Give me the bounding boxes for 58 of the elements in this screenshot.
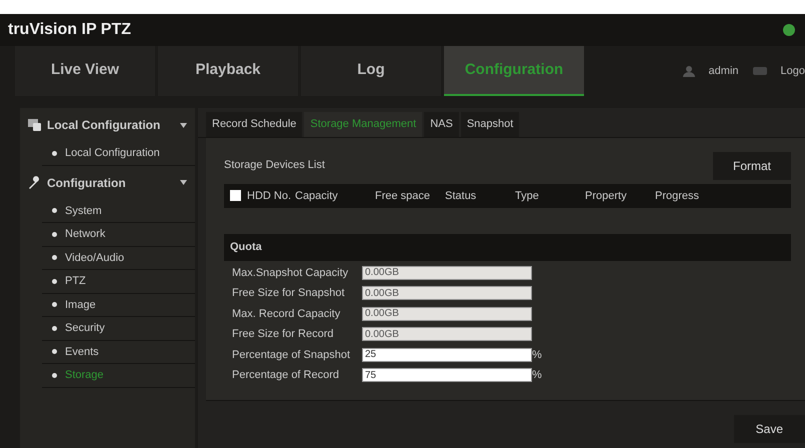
section-header: Quota [224,234,791,260]
bullet-icon [52,255,57,260]
logout-link[interactable]: Logo [780,62,805,80]
field-label: Free Size for Snapshot [232,286,346,301]
tab[interactable]: Storage Management [304,112,422,136]
unit-label: % [532,348,542,362]
wrench-icon [28,176,41,189]
sidebar-item[interactable]: Image [65,296,96,313]
sidebar-item[interactable]: System [65,202,102,219]
sidebar-group[interactable]: Configuration [47,174,174,192]
bullet-icon [52,150,57,156]
sidebar-item[interactable]: Network [65,226,106,242]
input-field[interactable]: 25 [362,348,532,362]
sidebar-item[interactable]: Video/Audio [65,250,124,266]
field-label: Max. Record Capacity [232,306,342,322]
column-header: HDD No. [247,188,292,204]
bullet-icon [52,302,57,308]
format-button[interactable]: Format [712,152,791,180]
user-icon [682,65,695,77]
column-header: Progress [655,188,700,204]
checkbox[interactable] [230,190,241,202]
nav-tab[interactable]: Log [301,46,441,96]
sidebar-item[interactable]: Security [65,320,105,336]
sidebar-item[interactable]: Storage [65,367,104,384]
save-button[interactable]: Save [734,414,805,442]
bullet-icon [52,349,57,354]
tab[interactable]: Snapshot [460,112,520,136]
bullet-icon [52,326,57,331]
column-header: Type [515,188,540,204]
product-logo: truVision IP PTZ [8,20,131,40]
field-label: Percentage of Record [232,368,340,383]
tab[interactable]: Record Schedule [206,112,302,136]
field-label: Percentage of Snapshot [232,348,352,362]
column-header: Capacity [295,188,339,204]
user-name: admin [708,64,739,79]
sidebar-group[interactable]: Local Configuration [47,116,174,134]
input-field[interactable]: 75 [362,368,532,382]
chevron-icon[interactable] [180,122,187,128]
unit-label: % [532,368,542,383]
field-label: Max.Snapshot Capacity [232,266,350,280]
column-header: Free space [375,188,432,204]
column-header: Status [445,188,478,204]
column-header: Property [585,188,628,204]
bullet-icon [52,208,57,214]
section-title: Storage Devices List [224,158,325,174]
sidebar-item[interactable]: Events [65,344,99,360]
nav-tab[interactable]: Live View [15,46,155,96]
monitor-icon [28,119,41,131]
field-label: Free Size for Record [232,327,334,342]
tab[interactable]: NAS [424,112,459,136]
bullet-icon [52,372,57,378]
sidebar-item[interactable]: Local Configuration [65,145,160,162]
sidebar-item[interactable]: PTZ [65,273,86,290]
chevron-icon[interactable] [180,180,187,185]
bullet-icon [52,232,57,237]
bullet-icon [52,278,57,284]
help-icon[interactable] [783,24,795,36]
nav-tab[interactable]: Playback [158,46,298,96]
